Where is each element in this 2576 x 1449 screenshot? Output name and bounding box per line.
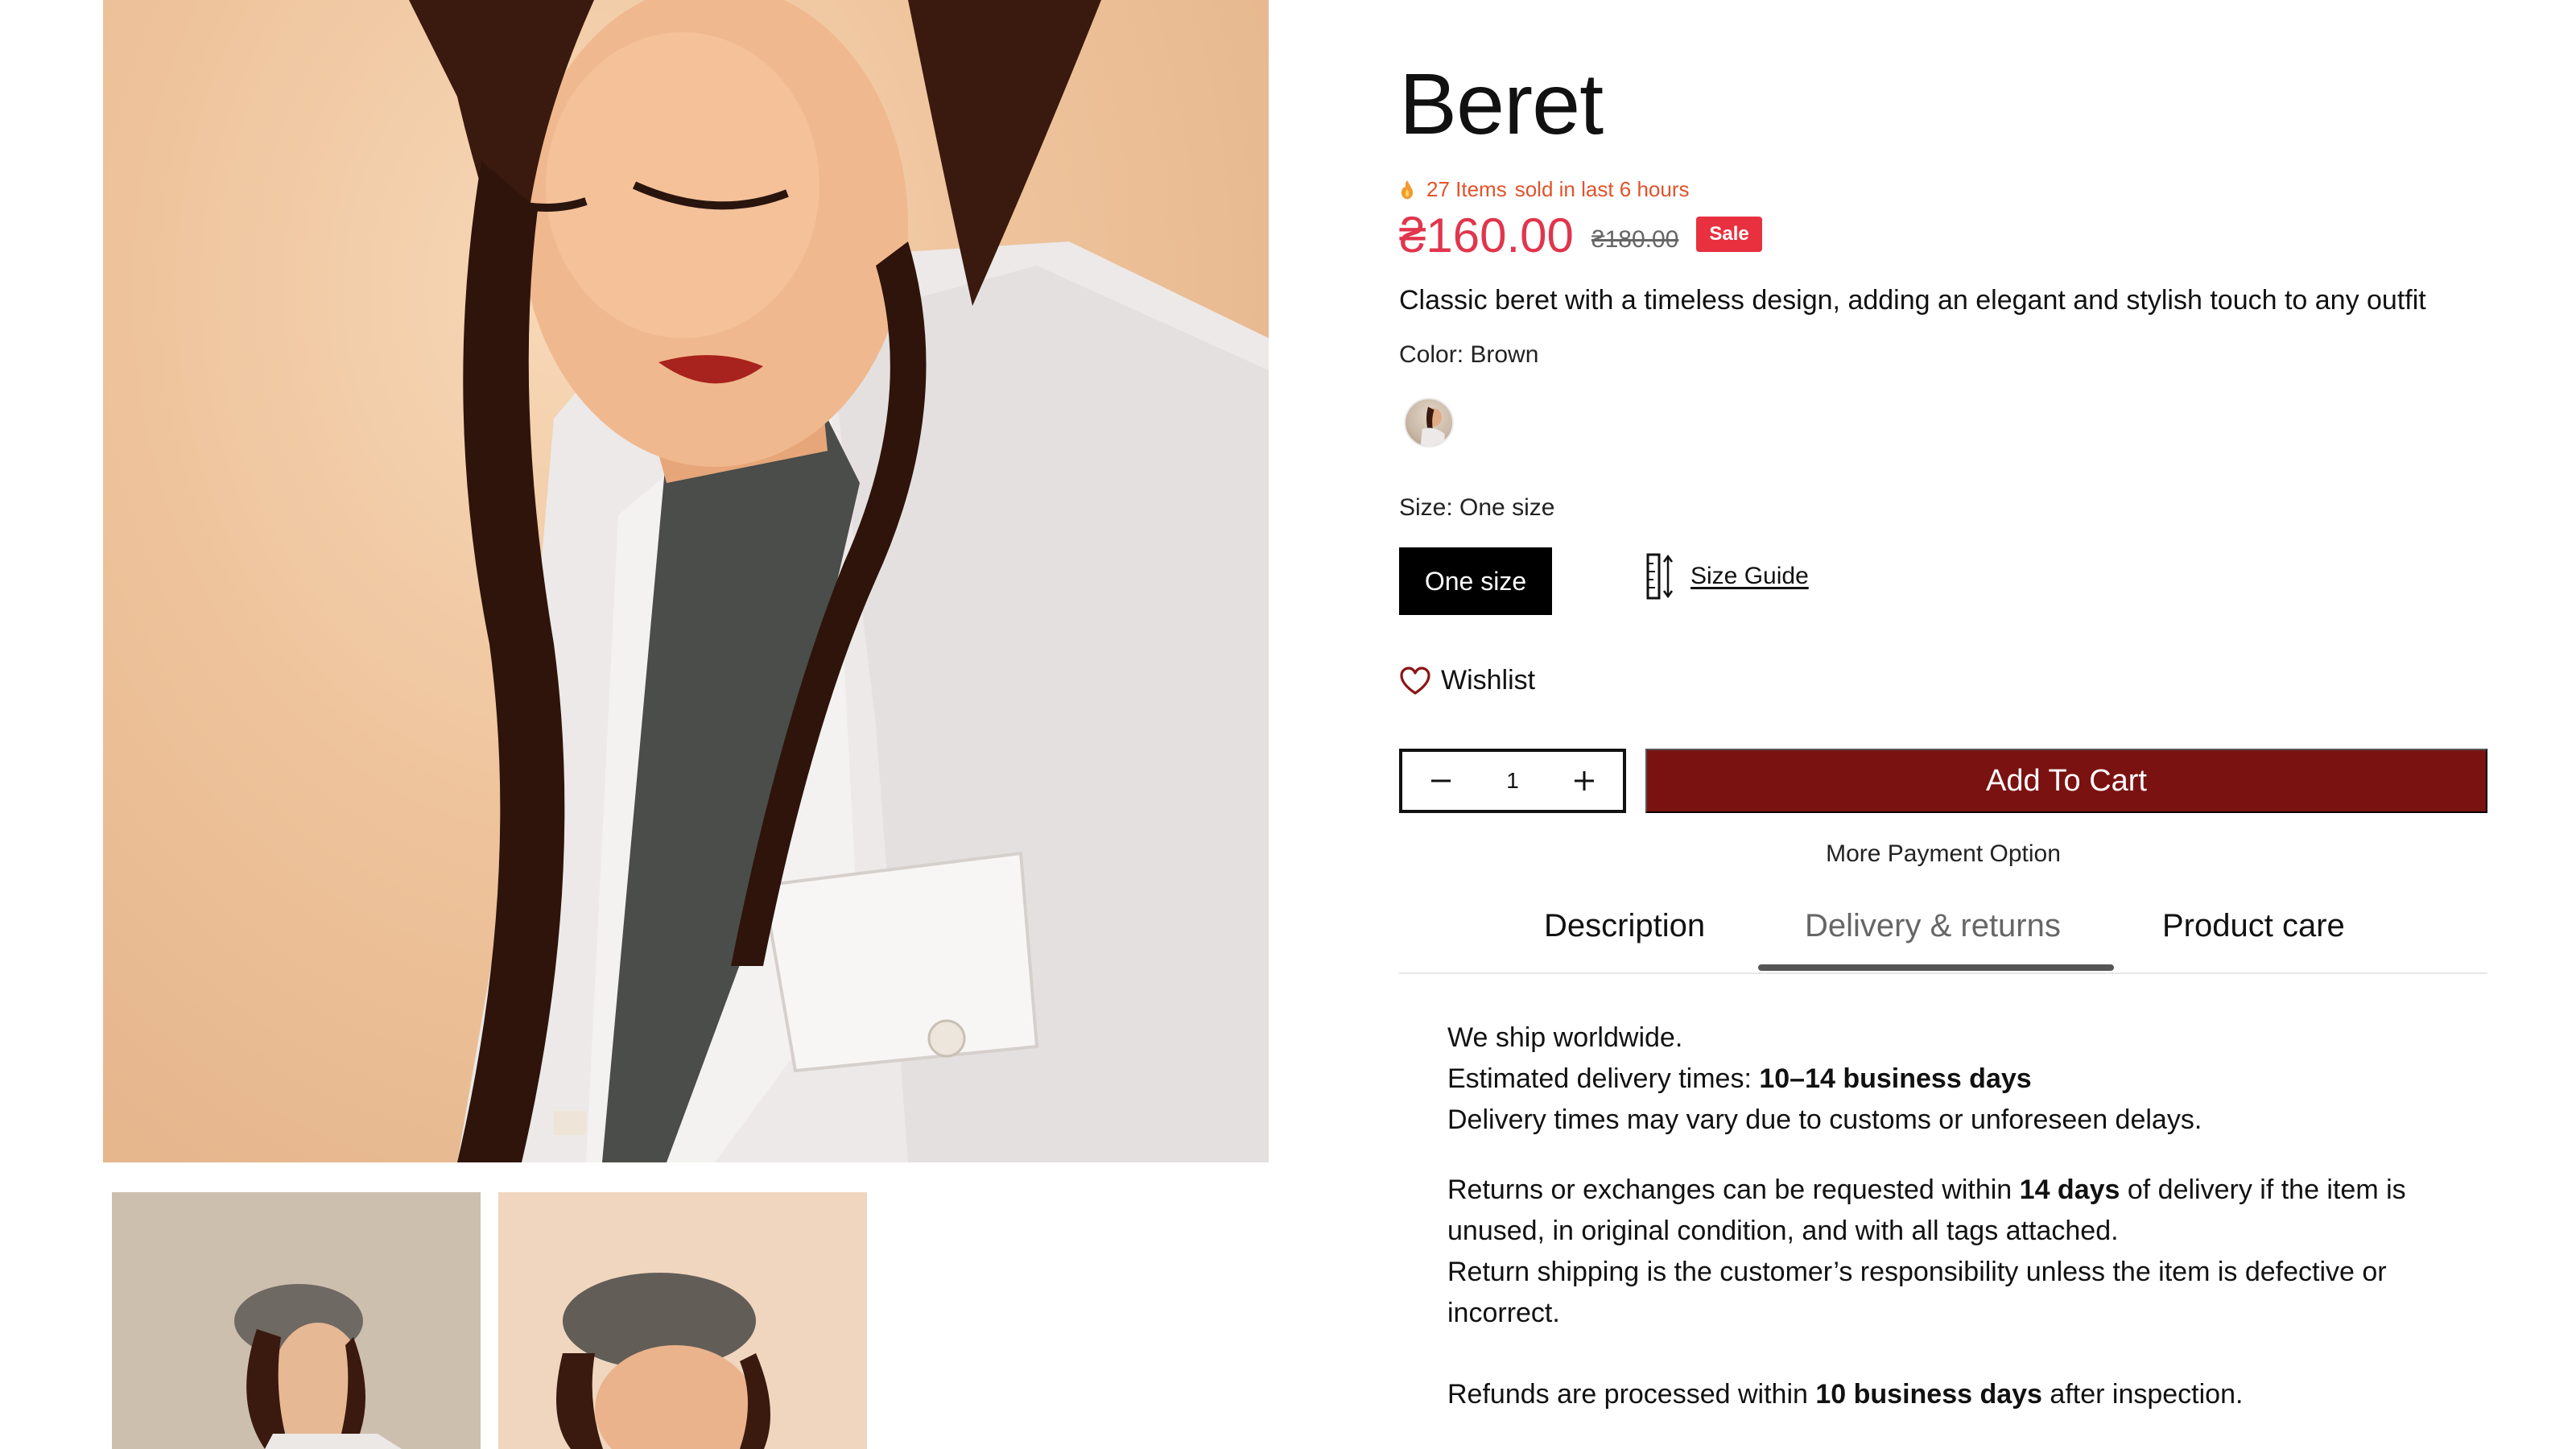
product-tabs: Description Delivery & returns Product c… [1399, 900, 2487, 974]
quantity-stepper: 1 [1399, 749, 1626, 813]
ruler-icon [1646, 553, 1674, 600]
tab-delivery-returns[interactable]: Delivery & returns [1805, 908, 2061, 944]
add-to-cart-button[interactable]: Add To Cart [1645, 749, 2487, 813]
wishlist-label: Wishlist [1441, 665, 1536, 696]
main-product-image[interactable] [103, 0, 1269, 1162]
sold-count: 27 Items [1426, 177, 1507, 201]
flame-icon [1401, 180, 1414, 199]
more-payment-option-link[interactable]: More Payment Option [1399, 840, 2487, 868]
price-row: ₴160.00 ₴180.00 Sale [1399, 208, 1762, 263]
size-label: Size: One size [1399, 494, 1555, 521]
wishlist-button[interactable]: Wishlist [1399, 665, 1535, 696]
refunds-note: Refunds are processed within 10 business… [1447, 1379, 2244, 1410]
compare-price: ₴180.00 [1591, 225, 1679, 253]
size-option-one-size[interactable]: One size [1399, 547, 1552, 615]
tab-description[interactable]: Description [1544, 908, 1705, 944]
size-guide-label[interactable]: Size Guide [1690, 563, 1809, 590]
product-thumbnail[interactable] [498, 1192, 867, 1449]
product-description: Classic beret with a timeless design, ad… [1399, 285, 2426, 316]
sold-indicator: 27 Items sold in last 6 hours [1399, 177, 1690, 202]
quantity-increase-button[interactable] [1570, 766, 1599, 795]
return-shipping-note: Return shipping is the customer’s respon… [1447, 1257, 2387, 1328]
color-label: Color: Brown [1399, 341, 1539, 368]
sale-badge: Sale [1696, 216, 1762, 252]
delivery-times-line: Estimated delivery times: 10–14 business… [1447, 1063, 2032, 1094]
plus-icon [1574, 771, 1594, 791]
sale-price: ₴160.00 [1399, 208, 1574, 262]
product-title: Beret [1399, 55, 1604, 152]
size-guide-link[interactable]: Size Guide [1645, 552, 1809, 601]
minus-icon [1431, 779, 1451, 782]
shipping-line: We ship worldwide. [1447, 1022, 1683, 1053]
sold-suffix: sold in last 6 hours [1514, 177, 1690, 201]
delivery-returns-panel: We ship worldwide. Estimated delivery ti… [1447, 1018, 2446, 1415]
heart-icon [1400, 666, 1430, 695]
delivery-delay-note: Delivery times may vary due to customs o… [1447, 1104, 2202, 1135]
product-thumbnail[interactable] [112, 1192, 481, 1449]
color-swatch-brown[interactable] [1404, 398, 1454, 448]
tab-product-care[interactable]: Product care [2162, 908, 2345, 944]
returns-policy: Returns or exchanges can be requested wi… [1447, 1174, 2406, 1246]
quantity-decrease-button[interactable] [1426, 766, 1455, 795]
active-tab-indicator [1758, 964, 2114, 971]
quantity-input[interactable]: 1 [1506, 768, 1519, 794]
